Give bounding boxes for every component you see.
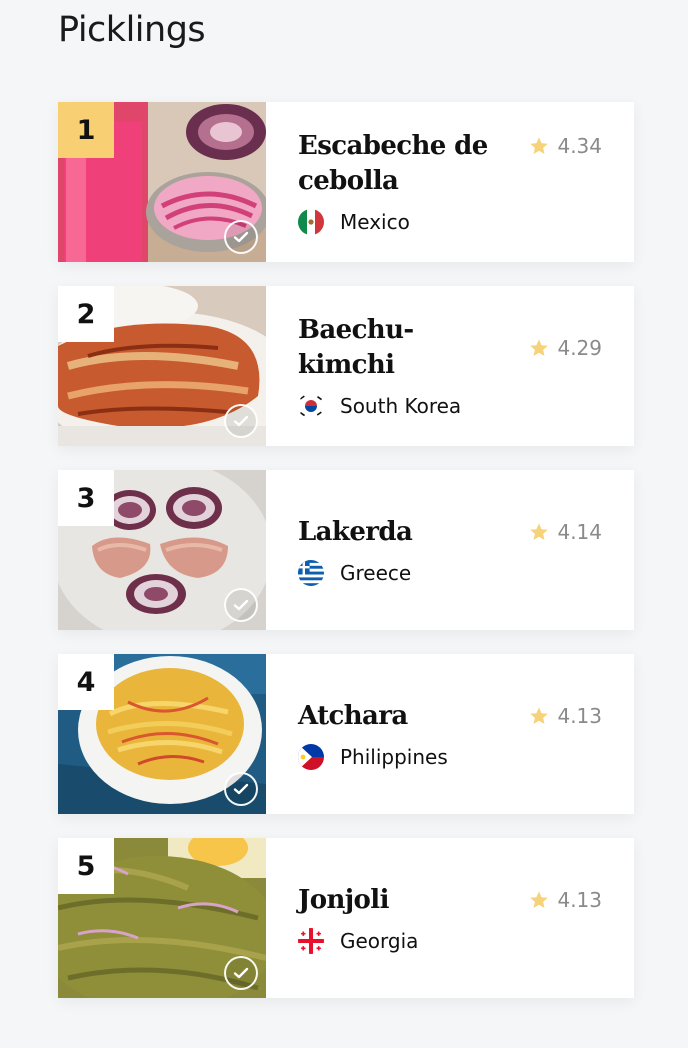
check-icon[interactable] — [224, 588, 258, 622]
country-name: Georgia — [340, 928, 419, 953]
dish-card[interactable]: 5 Jonjoli Georgia 4.13 — [58, 838, 634, 998]
dish-image[interactable]: 5 — [58, 838, 266, 998]
dish-country[interactable]: Georgia — [298, 927, 634, 954]
rating: 4.29 — [529, 336, 602, 360]
dish-name[interactable]: Jonjoli — [298, 883, 508, 918]
south-korea-flag-icon — [298, 393, 324, 419]
check-icon[interactable] — [224, 404, 258, 438]
greece-flag-icon — [298, 559, 324, 586]
check-icon[interactable] — [224, 220, 258, 254]
dish-name[interactable]: Lakerda — [298, 515, 508, 550]
rating-value: 4.14 — [557, 520, 602, 544]
star-icon — [530, 523, 549, 540]
dish-image[interactable]: 3 — [58, 470, 266, 630]
star-icon — [530, 339, 549, 356]
dish-list: 1 Escabeche de cebolla Mexico 4.34 2 Bae… — [58, 102, 634, 1022]
rating-value: 4.34 — [557, 134, 602, 158]
rating-value: 4.29 — [557, 336, 602, 360]
dish-name[interactable]: Escabeche de cebolla — [298, 129, 508, 199]
dish-image[interactable]: 1 — [58, 102, 266, 262]
section-title: Picklings — [58, 10, 206, 50]
rating: 4.13 — [529, 888, 602, 912]
star-icon — [530, 891, 549, 908]
dish-name[interactable]: Baechu-kimchi — [298, 313, 508, 383]
dish-image[interactable]: 2 — [58, 286, 266, 446]
rank-badge: 4 — [58, 654, 114, 710]
philippines-flag-icon — [298, 743, 324, 770]
dish-info: Atchara Philippines 4.13 — [266, 654, 634, 814]
dish-card[interactable]: 4 Atchara Philippines 4.13 — [58, 654, 634, 814]
dish-card[interactable]: 2 Baechu-kimchi South Korea 4.29 — [58, 286, 634, 446]
rating: 4.34 — [529, 134, 602, 158]
rank-badge: 1 — [58, 102, 114, 158]
rank-badge: 3 — [58, 470, 114, 526]
dish-image[interactable]: 4 — [58, 654, 266, 814]
dish-country[interactable]: South Korea — [298, 393, 634, 419]
dish-info: Lakerda Greece 4.14 — [266, 470, 634, 630]
mexico-flag-icon — [298, 209, 324, 235]
dish-info: Baechu-kimchi South Korea 4.29 — [266, 286, 634, 446]
country-name: Mexico — [340, 210, 410, 234]
rating: 4.13 — [529, 704, 602, 728]
dish-country[interactable]: Mexico — [298, 209, 634, 235]
check-icon[interactable] — [224, 956, 258, 990]
dish-info: Escabeche de cebolla Mexico 4.34 — [266, 102, 634, 262]
rating-value: 4.13 — [557, 704, 602, 728]
dish-info: Jonjoli Georgia 4.13 — [266, 838, 634, 998]
rating: 4.14 — [529, 520, 602, 544]
dish-name[interactable]: Atchara — [298, 699, 508, 734]
rating-value: 4.13 — [557, 888, 602, 912]
dish-card[interactable]: 1 Escabeche de cebolla Mexico 4.34 — [58, 102, 634, 262]
country-name: South Korea — [340, 394, 462, 418]
rank-badge: 2 — [58, 286, 114, 342]
rank-badge: 5 — [58, 838, 114, 894]
star-icon — [530, 707, 549, 724]
check-icon[interactable] — [224, 772, 258, 806]
dish-card[interactable]: 3 Lakerda Greece 4.14 — [58, 470, 634, 630]
country-name: Philippines — [340, 744, 448, 769]
star-icon — [530, 137, 549, 154]
dish-country[interactable]: Philippines — [298, 743, 634, 770]
georgia-flag-icon — [298, 927, 324, 954]
country-name: Greece — [340, 560, 412, 585]
dish-country[interactable]: Greece — [298, 559, 634, 586]
